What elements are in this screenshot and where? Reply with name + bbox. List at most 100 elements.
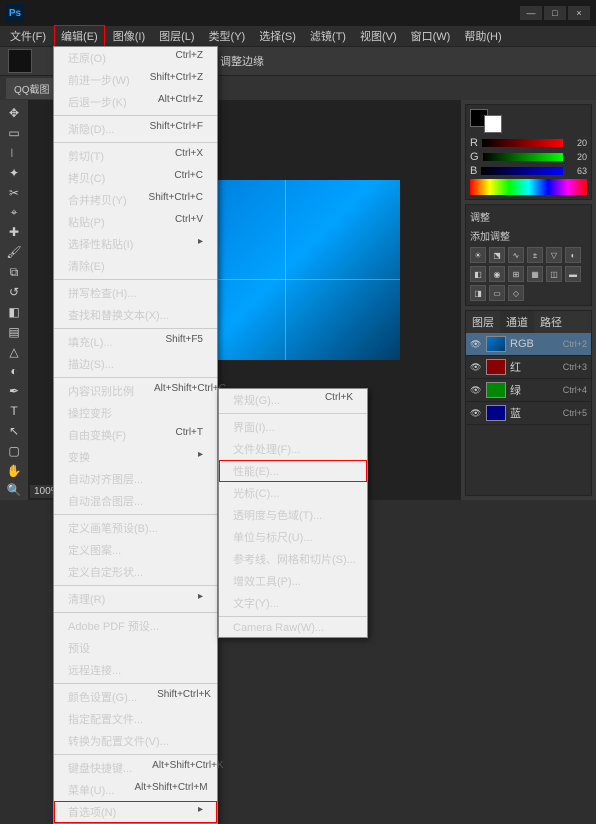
menu-item[interactable]: 转换为配置文件(V)...	[54, 730, 217, 752]
tool-preset[interactable]	[8, 49, 32, 73]
adj-brightness-icon[interactable]: ☀	[470, 247, 486, 263]
menu-window[interactable]: 窗口(W)	[405, 26, 457, 46]
menu-item[interactable]: 菜单(U)...Alt+Shift+Ctrl+M	[54, 779, 217, 801]
menu-item[interactable]: 定义画笔预设(B)...	[54, 517, 217, 539]
menu-layer[interactable]: 图层(L)	[153, 26, 200, 46]
channel-row[interactable]: 👁 绿 Ctrl+4	[466, 379, 591, 402]
eraser-tool[interactable]: ◧	[2, 302, 26, 321]
maximize-button[interactable]: □	[544, 6, 566, 20]
hand-tool[interactable]: ✋	[2, 461, 26, 480]
stamp-tool[interactable]: ⧉	[2, 263, 26, 282]
visibility-icon[interactable]: 👁	[470, 385, 482, 396]
menu-item[interactable]: 性能(E)...	[219, 460, 367, 482]
adj-hue-icon[interactable]: ◐	[565, 247, 581, 263]
adj-mixer-icon[interactable]: ⊞	[508, 266, 524, 282]
blur-tool[interactable]: △	[2, 342, 26, 361]
menu-item[interactable]: 单位与标尺(U)...	[219, 526, 367, 548]
menu-item[interactable]: 增效工具(P)...	[219, 570, 367, 592]
document-tab[interactable]: QQ截图	[6, 78, 58, 99]
background-swatch[interactable]	[484, 115, 502, 133]
adj-threshold-icon[interactable]: ◨	[470, 285, 486, 301]
menu-item[interactable]: 拷贝(C)Ctrl+C	[54, 167, 217, 189]
refine-edge-button[interactable]: 调整边缘	[220, 53, 264, 69]
menu-item[interactable]: 文字(Y)...	[219, 592, 367, 614]
menu-item[interactable]: 颜色设置(G)...Shift+Ctrl+K	[54, 686, 217, 708]
menu-item[interactable]: 预设	[54, 637, 217, 659]
minimize-button[interactable]: —	[520, 6, 542, 20]
adj-exposure-icon[interactable]: ±	[527, 247, 543, 263]
menu-edit[interactable]: 编辑(E)	[54, 25, 105, 47]
menu-item[interactable]: 键盘快捷键...Alt+Shift+Ctrl+K	[54, 757, 217, 779]
adj-curves-icon[interactable]: ∿	[508, 247, 524, 263]
channel-row[interactable]: 👁 蓝 Ctrl+5	[466, 402, 591, 425]
menu-item[interactable]: 后退一步(K)Alt+Ctrl+Z	[54, 91, 217, 113]
adj-selective-icon[interactable]: ◇	[508, 285, 524, 301]
b-slider[interactable]	[481, 167, 563, 175]
channel-row[interactable]: 👁 红 Ctrl+3	[466, 356, 591, 379]
menu-item[interactable]: Adobe PDF 预设...	[54, 615, 217, 637]
history-brush-tool[interactable]: ↺	[2, 283, 26, 302]
visibility-icon[interactable]: 👁	[470, 339, 482, 350]
menu-item[interactable]: 光标(C)...	[219, 482, 367, 504]
menu-view[interactable]: 视图(V)	[354, 26, 403, 46]
wand-tool[interactable]: ✦	[2, 164, 26, 183]
eyedropper-tool[interactable]: ⌖	[2, 203, 26, 222]
menu-item[interactable]: 定义图案...	[54, 539, 217, 561]
tab-channels[interactable]: 通道	[500, 311, 534, 333]
zoom-tool[interactable]: 🔍	[2, 481, 26, 500]
r-slider[interactable]	[482, 139, 563, 147]
marquee-tool[interactable]: ▭	[2, 124, 26, 143]
close-button[interactable]: ×	[568, 6, 590, 20]
menu-filter[interactable]: 滤镜(T)	[304, 26, 352, 46]
menu-item[interactable]: 指定配置文件...	[54, 708, 217, 730]
menu-item[interactable]: 界面(I)...	[219, 416, 367, 438]
adj-bw-icon[interactable]: ◧	[470, 266, 486, 282]
adj-photo-filter-icon[interactable]: ◉	[489, 266, 505, 282]
visibility-icon[interactable]: 👁	[470, 408, 482, 419]
move-tool[interactable]: ✥	[2, 104, 26, 123]
tab-paths[interactable]: 路径	[534, 311, 568, 333]
menu-item[interactable]: 透明度与色域(T)...	[219, 504, 367, 526]
gradient-tool[interactable]: ▤	[2, 322, 26, 341]
menu-item[interactable]: 粘贴(P)Ctrl+V	[54, 211, 217, 233]
menu-item[interactable]: 文件处理(F)...	[219, 438, 367, 460]
menu-type[interactable]: 类型(Y)	[203, 26, 252, 46]
menu-item[interactable]: Camera Raw(W)...	[219, 619, 367, 637]
menu-item[interactable]: 参考线、网格和切片(S)...	[219, 548, 367, 570]
menu-item[interactable]: 还原(O)Ctrl+Z	[54, 47, 217, 69]
menu-item[interactable]: 远程连接...	[54, 659, 217, 681]
menu-item[interactable]: 自由变换(F)Ctrl+T	[54, 424, 217, 446]
menu-item[interactable]: 选择性粘贴(I)▸	[54, 233, 217, 255]
pen-tool[interactable]: ✒	[2, 382, 26, 401]
dodge-tool[interactable]: ◐	[2, 362, 26, 381]
adj-posterize-icon[interactable]: ▬	[565, 266, 581, 282]
shape-tool[interactable]: ▢	[2, 441, 26, 460]
g-slider[interactable]	[483, 153, 563, 161]
r-value[interactable]: 20	[567, 138, 587, 148]
menu-help[interactable]: 帮助(H)	[458, 26, 507, 46]
type-tool[interactable]: T	[2, 402, 26, 421]
adj-vibrance-icon[interactable]: ▽	[546, 247, 562, 263]
menu-select[interactable]: 选择(S)	[253, 26, 302, 46]
menu-file[interactable]: 文件(F)	[4, 26, 52, 46]
g-value[interactable]: 20	[567, 152, 587, 162]
channel-row[interactable]: 👁 RGB Ctrl+2	[466, 333, 591, 356]
brush-tool[interactable]: 🖌	[2, 243, 26, 262]
adj-levels-icon[interactable]: ⬔	[489, 247, 505, 263]
menu-item[interactable]: 前进一步(W)Shift+Ctrl+Z	[54, 69, 217, 91]
crop-tool[interactable]: ✂	[2, 183, 26, 202]
adj-invert-icon[interactable]: ◫	[546, 266, 562, 282]
menu-item[interactable]: 内容识别比例Alt+Shift+Ctrl+C	[54, 380, 217, 402]
path-tool[interactable]: ↖	[2, 422, 26, 441]
menu-item[interactable]: 常规(G)...Ctrl+K	[219, 389, 367, 411]
menu-item[interactable]: 剪切(T)Ctrl+X	[54, 145, 217, 167]
visibility-icon[interactable]: 👁	[470, 362, 482, 373]
adj-lookup-icon[interactable]: ▦	[527, 266, 543, 282]
adj-gradient-map-icon[interactable]: ▭	[489, 285, 505, 301]
heal-tool[interactable]: ✚	[2, 223, 26, 242]
tab-layers[interactable]: 图层	[466, 311, 500, 333]
menu-image[interactable]: 图像(I)	[107, 26, 151, 46]
lasso-tool[interactable]: ⃒	[2, 144, 26, 163]
menu-item[interactable]: 首选项(N)▸	[54, 801, 217, 823]
menu-item[interactable]: 填充(L)...Shift+F5	[54, 331, 217, 353]
